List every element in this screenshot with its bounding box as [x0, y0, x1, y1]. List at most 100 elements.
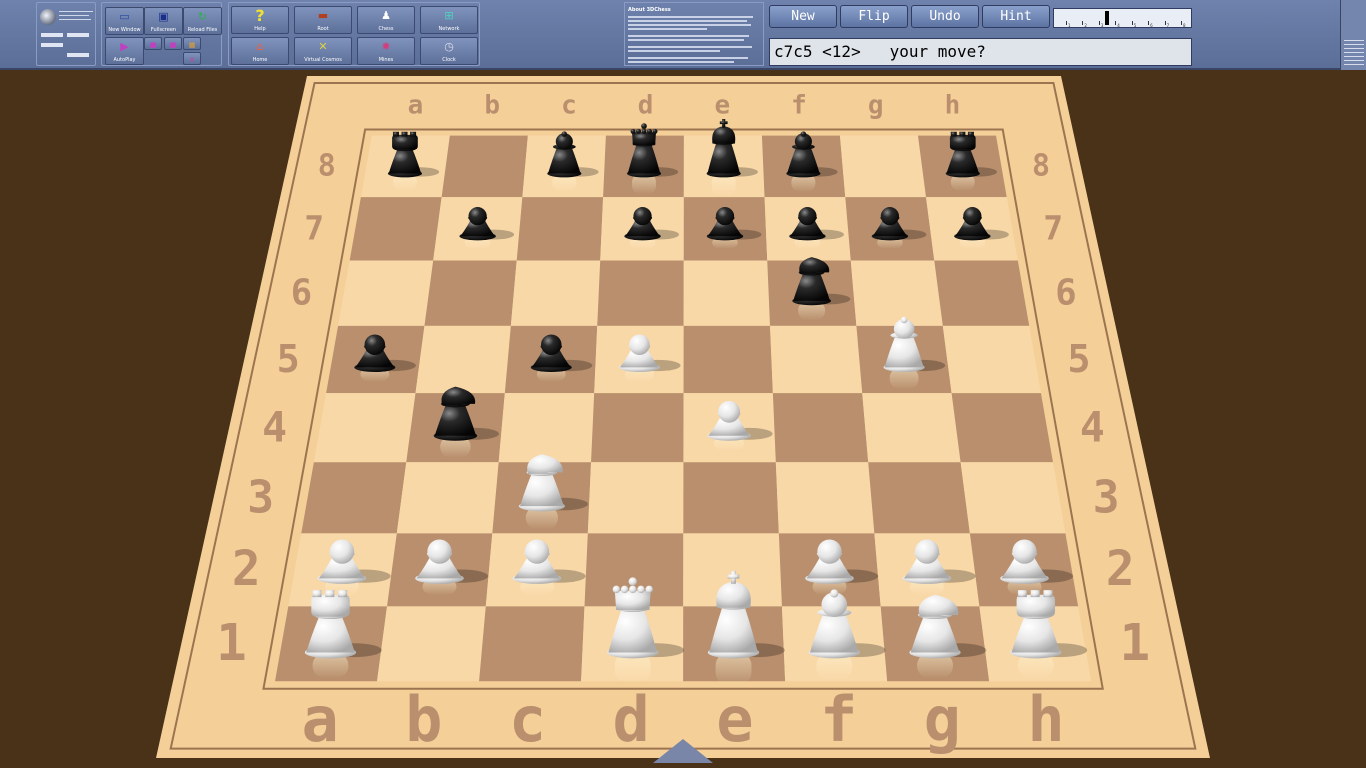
piece-head	[311, 594, 350, 617]
about-text-lines	[628, 14, 760, 65]
board-square-c6[interactable]	[510, 260, 601, 326]
board-square-e5[interactable]	[683, 325, 773, 394]
board-square-c7[interactable]	[516, 197, 604, 261]
flip-board-button[interactable]: Flip	[840, 5, 908, 28]
small-option-button-2[interactable]: ■	[164, 37, 182, 50]
slider-tick-label: 5	[1133, 23, 1137, 28]
piece-head	[718, 400, 740, 423]
board-square-g8[interactable]	[839, 135, 927, 198]
board-square-g3[interactable]	[868, 462, 970, 534]
rook-merlon	[959, 131, 966, 137]
board-square-h6[interactable]	[934, 260, 1030, 326]
slider-tick-label: 4	[1117, 23, 1120, 28]
clock-button[interactable]: ◷ Clock	[420, 37, 478, 65]
board-square-d6[interactable]	[597, 260, 684, 326]
rank-label-right-1: 1	[1119, 614, 1150, 673]
difficulty-slider[interactable]: 1 2 3 4 5 6 7 8	[1053, 8, 1192, 28]
slider-tick-label: 3	[1100, 23, 1104, 28]
board-square-g4[interactable]	[862, 393, 961, 463]
board-square-f4[interactable]	[772, 393, 869, 463]
rank-label-right-6: 6	[1055, 272, 1076, 313]
board-square-b8[interactable]	[441, 135, 528, 198]
rank-label-right-7: 7	[1043, 210, 1063, 248]
board-square-a6[interactable]	[338, 260, 434, 326]
close-icon: ✕	[189, 56, 195, 64]
rank-label-left-1: 1	[216, 614, 247, 673]
king-cross	[727, 574, 740, 579]
file-label-bottom-f: f	[820, 683, 857, 756]
home-button[interactable]: ⌂ Home	[231, 37, 289, 65]
board-square-a4[interactable]	[313, 393, 416, 463]
piece-head	[614, 590, 651, 610]
queen-crown-ball	[637, 585, 645, 594]
new-game-button[interactable]: New	[769, 5, 837, 28]
board-square-e3[interactable]	[683, 462, 779, 534]
board-square-c1[interactable]	[479, 606, 585, 682]
autoplay-button[interactable]: ▶ AutoPlay	[105, 37, 144, 65]
panel-toggle-arrow-icon[interactable]	[653, 739, 713, 763]
rook-merlon	[1043, 590, 1053, 598]
about-panel: About 3DChess	[624, 2, 764, 66]
rank-label-right-8: 8	[1032, 149, 1050, 184]
board-square-b3[interactable]	[396, 462, 499, 534]
virtual-cosmos-button[interactable]: ✕ Virtual Cosmos	[294, 37, 352, 65]
rook-merlon	[338, 590, 348, 598]
queen-top	[628, 577, 637, 586]
rank-label-right-2: 2	[1106, 542, 1135, 597]
board-square-b1[interactable]	[377, 606, 486, 682]
board-square-e6[interactable]	[683, 260, 771, 326]
board-square-g6[interactable]	[850, 260, 943, 326]
file-label-bottom-g: g	[924, 683, 961, 756]
board-square-h4[interactable]	[951, 393, 1054, 463]
panel-scrollbar[interactable]	[1340, 0, 1366, 70]
queen-crown-ball	[636, 128, 642, 134]
rook-merlon	[392, 131, 399, 137]
piece-head	[392, 134, 418, 150]
network-icon: ⊞	[444, 9, 454, 22]
queen-crown-ball	[620, 585, 629, 594]
piece-head	[329, 539, 355, 564]
queen-crown-ball	[652, 128, 658, 134]
piece-head	[949, 134, 976, 150]
undo-button[interactable]: Undo	[911, 5, 979, 28]
rank-label-left-2: 2	[232, 542, 261, 597]
small-option-button-1[interactable]: ■	[144, 37, 162, 50]
board-square-a7[interactable]	[349, 197, 442, 261]
file-label-top-f: f	[791, 91, 807, 121]
cosmos-icon: ✕	[318, 40, 328, 53]
small-close-button[interactable]: ✕	[183, 52, 201, 65]
small-option-button-3[interactable]: ▦	[183, 37, 201, 50]
difficulty-slider-thumb[interactable]	[1105, 11, 1110, 25]
chess-board-3d[interactable]: aabbccddeeffgghh1 12 23 34 45 56 67 78 8	[0, 70, 1366, 768]
new-window-button[interactable]: ▭ New Window	[105, 7, 144, 35]
file-label-top-c: c	[561, 91, 577, 121]
board-square-c4[interactable]	[498, 393, 595, 463]
hint-button[interactable]: Hint	[982, 5, 1050, 28]
file-label-bottom-a: a	[301, 683, 338, 756]
board-square-h5[interactable]	[942, 325, 1041, 394]
slider-tick	[1148, 21, 1150, 25]
rook-merlon	[401, 131, 408, 137]
board-square-d3[interactable]	[587, 462, 684, 534]
app-logo-icon	[40, 9, 56, 25]
reload-files-button[interactable]: ↻ Reload Files	[183, 7, 222, 35]
board-square-f3[interactable]	[775, 462, 875, 534]
board-square-h3[interactable]	[960, 462, 1066, 534]
chess-button[interactable]: ♟ Chess	[357, 6, 415, 34]
board-square-d4[interactable]	[591, 393, 684, 463]
queen-crown-ball	[647, 128, 652, 134]
rook-merlon	[1017, 590, 1027, 598]
board-square-f5[interactable]	[770, 325, 863, 394]
board-square-a3[interactable]	[301, 462, 407, 534]
help-button[interactable]: ? Help	[231, 6, 289, 34]
board-square-b5[interactable]	[415, 325, 511, 394]
fullscreen-button[interactable]: ▣ Fullscreen	[144, 7, 183, 35]
mines-button[interactable]: ✸ Mines	[357, 37, 415, 65]
network-button[interactable]: ⊞ Network	[420, 6, 478, 34]
window-info-group	[36, 2, 96, 66]
slider-tick-label: 1	[1068, 23, 1071, 28]
root-button[interactable]: ▬ Root	[294, 6, 352, 34]
bishop-tip	[900, 316, 908, 324]
rank-label-left-4: 4	[262, 403, 287, 451]
board-square-b6[interactable]	[424, 260, 517, 326]
